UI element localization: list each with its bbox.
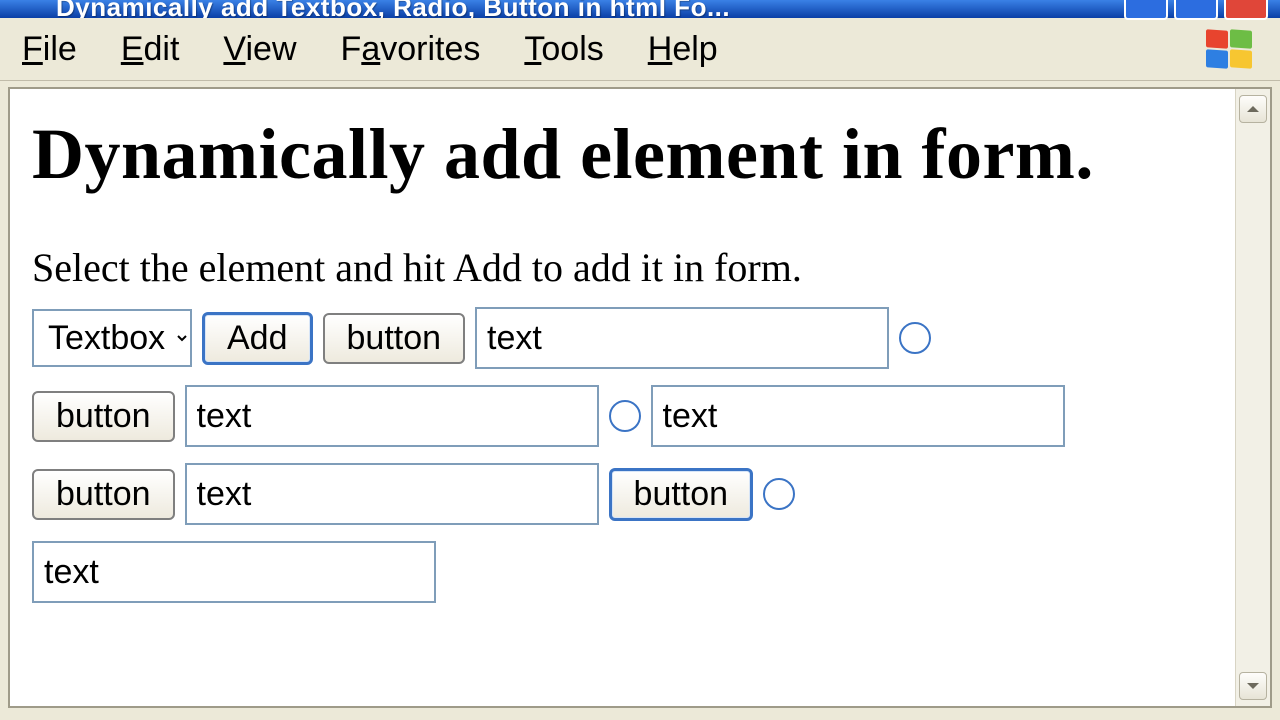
menu-favorites[interactable]: Favorites <box>341 30 481 69</box>
close-button[interactable] <box>1224 0 1268 18</box>
maximize-button[interactable] <box>1174 0 1218 18</box>
menu-edit[interactable]: Edit <box>121 30 180 69</box>
page-instruction: Select the element and hit Add to add it… <box>32 244 1213 291</box>
dynamic-textbox[interactable] <box>185 463 599 525</box>
menu-file[interactable]: File <box>22 30 77 69</box>
vertical-scrollbar[interactable] <box>1235 89 1270 706</box>
dynamic-textbox[interactable] <box>475 307 889 369</box>
windows-logo-icon <box>1204 26 1256 72</box>
dynamic-button[interactable]: button <box>32 391 175 442</box>
dynamic-button[interactable]: button <box>32 469 175 520</box>
dynamic-textbox[interactable] <box>651 385 1065 447</box>
dynamic-button[interactable]: button <box>323 313 466 364</box>
page-title: Dynamically add element in form. <box>32 113 1213 196</box>
menu-bar: File Edit View Favorites Tools Help <box>0 18 1280 81</box>
add-button[interactable]: Add <box>202 312 313 365</box>
dynamic-radio[interactable] <box>899 322 931 354</box>
menu-tools[interactable]: Tools <box>524 30 603 69</box>
element-type-select[interactable]: Textbox <box>32 309 192 367</box>
page-content: Dynamically add element in form. Select … <box>10 89 1235 706</box>
scroll-down-button[interactable] <box>1239 672 1267 700</box>
menu-help[interactable]: Help <box>648 30 718 69</box>
dynamic-textbox[interactable] <box>32 541 436 603</box>
dynamic-form: Textbox Add button button button button <box>32 307 1213 603</box>
title-bar: Dynamically add Textbox, Radio, Button i… <box>0 0 1280 18</box>
window-title: Dynamically add Textbox, Radio, Button i… <box>56 0 730 18</box>
dynamic-radio[interactable] <box>609 400 641 432</box>
dynamic-textbox[interactable] <box>185 385 599 447</box>
status-bar <box>0 708 1280 720</box>
minimize-button[interactable] <box>1124 0 1168 18</box>
scroll-up-button[interactable] <box>1239 95 1267 123</box>
dynamic-button[interactable]: button <box>609 468 754 521</box>
menu-view[interactable]: View <box>223 30 296 69</box>
dynamic-radio[interactable] <box>763 478 795 510</box>
